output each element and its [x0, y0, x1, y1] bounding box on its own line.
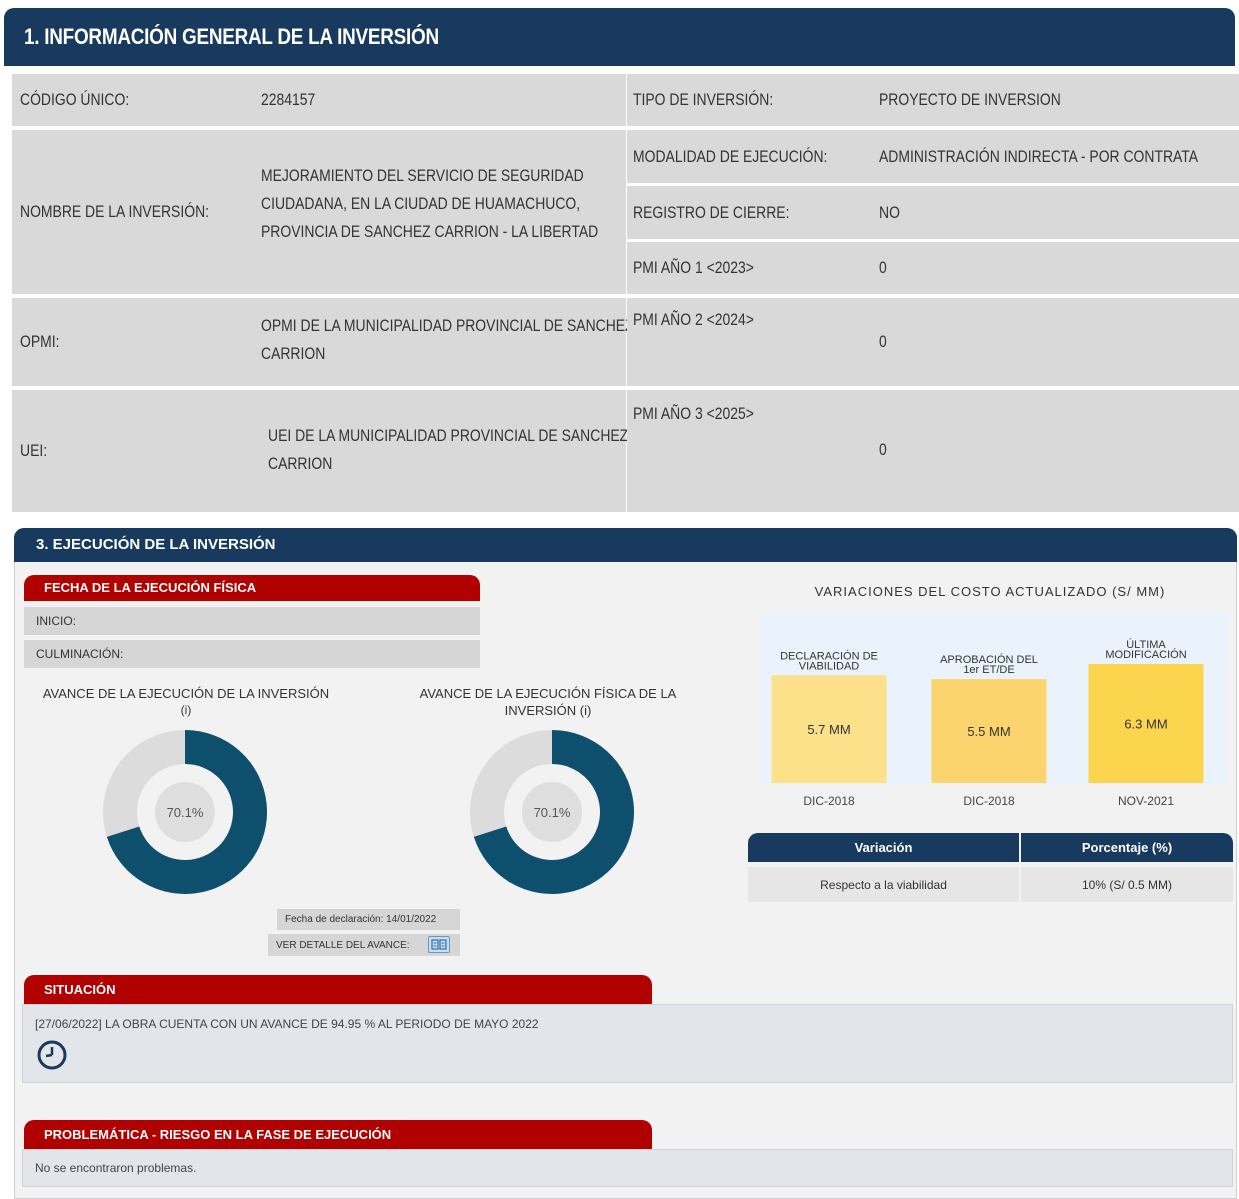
detail-report-icon[interactable]	[428, 936, 450, 953]
tipo-value: PROYECTO DE INVERSION	[879, 90, 1061, 109]
opmi-line-2: CARRION	[261, 344, 326, 363]
avance-inversion-line-2: (i)	[180, 703, 192, 717]
opmi-row: OPMI: OPMI DE LA MUNICIPALIDAD PROVINCIA…	[12, 298, 634, 386]
problematica-panel: No se encontraron problemas.	[22, 1149, 1233, 1187]
avance-inversion-label: AVANCE DE LA EJECUCIÓN DE LA INVERSIÓN (…	[20, 685, 352, 719]
pmi3-label: PMI AÑO 3 <2025>	[633, 404, 754, 423]
registro-value: NO	[879, 202, 900, 222]
situacion-title: SITUACIÓN	[44, 982, 116, 997]
nombre-line-3: PROVINCIA DE SANCHEZ CARRION - LA LIBERT…	[261, 222, 599, 241]
fecha-declaracion: Fecha de declaración: 14/01/2022	[277, 909, 460, 930]
clock-icon[interactable]	[36, 1039, 68, 1071]
situacion-panel: [27/06/2022] LA OBRA CUENTA CON UN AVANC…	[22, 1004, 1233, 1083]
situacion-tab: SITUACIÓN	[24, 975, 652, 1004]
ver-detalle-row: VER DETALLE DEL AVANCE:	[268, 934, 460, 956]
codigo-value: 2284157	[261, 90, 316, 109]
nombre-value: MEJORAMIENTO DEL SERVICIO DE SEGURIDAD C…	[261, 158, 672, 250]
pmi1-value: 0	[879, 258, 887, 277]
uei-row: UEI: UEI DE LA MUNICIPALIDAD PROVINCIAL …	[12, 390, 628, 512]
fecha-ejecucion-tab: FECHA DE LA EJECUCIÓN FÍSICA	[24, 575, 480, 601]
cost-bar-chart: 5.7 MMDECLARACIÓN DEVIABILIDADDIC-20185.…	[771, 638, 1204, 808]
modalidad-row: MODALIDAD DE EJECUCIÓN: ADMINISTRACIÓN I…	[627, 130, 1239, 183]
pmi2-value: 0	[879, 332, 887, 351]
tipo-row: TIPO DE INVERSIÓN: PROYECTO DE INVERSION	[627, 74, 1239, 126]
inicio-label: INICIO:	[36, 614, 77, 628]
problematica-tab: PROBLEMÁTICA - RIESGO EN LA FASE DE EJEC…	[24, 1120, 652, 1149]
bar-value-label-1: 5.7 MM	[807, 722, 850, 737]
table-header-porcentaje-text: Porcentaje (%)	[1081, 840, 1173, 855]
pmi3-row: PMI AÑO 3 <2025> 0	[627, 390, 1239, 512]
modalidad-label: MODALIDAD DE EJECUCIÓN:	[633, 146, 828, 166]
section3-title-bar: 3. EJECUCIÓN DE LA INVERSIÓN	[14, 528, 1237, 562]
bar-category-label-2-2: 1er ET/DE	[963, 664, 1014, 676]
section3-title: 3. EJECUCIÓN DE LA INVERSIÓN	[36, 536, 276, 553]
bar-category-label-3-2: MODIFICACIÓN	[1105, 648, 1186, 661]
registro-label: REGISTRO DE CIERRE:	[633, 202, 790, 222]
tipo-label: TIPO DE INVERSIÓN:	[633, 90, 774, 109]
opmi-label: OPMI:	[20, 332, 60, 351]
pmi1-label: PMI AÑO 1 <2023>	[633, 258, 754, 277]
avance-fisica-donut-label: 70.1%	[534, 805, 571, 820]
inicio-row: INICIO:	[24, 607, 480, 635]
avance-fisica-donut: 70.1%	[470, 730, 634, 894]
culminacion-row: CULMINACIÓN:	[24, 640, 480, 668]
chart-title: VARIACIONES DEL COSTO ACTUALIZADO (S/ MM…	[814, 584, 1166, 599]
avance-inversion-line-1: AVANCE DE LA EJECUCIÓN DE LA INVERSIÓN	[42, 686, 330, 701]
bar-date-label-3: NOV-2021	[1118, 794, 1174, 808]
bar-value-label-3: 6.3 MM	[1124, 717, 1167, 732]
registro-row: REGISTRO DE CIERRE: NO	[627, 186, 1239, 239]
table-cell-variacion: Respecto a la viabilidad	[748, 867, 1019, 902]
nombre-row: NOMBRE DE LA INVERSIÓN: MEJORAMIENTO DEL…	[12, 130, 626, 294]
codigo-label: CÓDIGO ÚNICO:	[20, 90, 130, 109]
fecha-declaracion-text: Fecha de declaración: 14/01/2022	[285, 914, 437, 925]
nombre-label: NOMBRE DE LA INVERSIÓN:	[20, 202, 210, 221]
avance-inversion-donut: 70.1%	[103, 730, 267, 894]
culminacion-label: CULMINACIÓN:	[36, 647, 124, 661]
avance-fisica-line-2: INVERSIÓN (i)	[504, 703, 592, 718]
section1-title: 1. INFORMACIÓN GENERAL DE LA INVERSIÓN	[24, 24, 439, 49]
problematica-text: No se encontraron problemas.	[35, 1161, 197, 1175]
table-header-variacion-text: Variación	[854, 840, 913, 855]
table-header-variacion: Variación	[748, 833, 1019, 862]
avance-fisica-label: AVANCE DE LA EJECUCIÓN FÍSICA DE LA INVE…	[382, 685, 714, 719]
table-cell-porcentaje: 10% (S/ 0.5 MM)	[1021, 867, 1233, 902]
avance-fisica-line-1: AVANCE DE LA EJECUCIÓN FÍSICA DE LA	[419, 686, 677, 701]
pmi2-label: PMI AÑO 2 <2024>	[633, 310, 754, 329]
pmi3-value: 0	[879, 440, 887, 459]
uei-label: UEI:	[20, 441, 48, 460]
table-cell-porcentaje-text: 10% (S/ 0.5 MM)	[1081, 877, 1173, 892]
bar-date-label-2: DIC-2018	[963, 794, 1015, 808]
pmi1-row: PMI AÑO 1 <2023> 0	[627, 242, 1239, 294]
avance-inversion-donut-label: 70.1%	[167, 805, 204, 820]
bar-date-label-1: DIC-2018	[803, 794, 855, 808]
section1-title-bar: 1. INFORMACIÓN GENERAL DE LA INVERSIÓN	[4, 8, 1235, 66]
fecha-ejecucion-title: FECHA DE LA EJECUCIÓN FÍSICA	[44, 580, 257, 595]
problematica-title: PROBLEMÁTICA - RIESGO EN LA FASE DE EJEC…	[44, 1127, 392, 1142]
uei-line-2: CARRION	[268, 454, 333, 473]
pmi2-row: PMI AÑO 2 <2024> 0	[627, 298, 1239, 386]
bar-category-label-1-2: VIABILIDAD	[799, 660, 860, 672]
situacion-text: [27/06/2022] LA OBRA CUENTA CON UN AVANC…	[35, 1017, 539, 1031]
codigo-row-left: CÓDIGO ÚNICO: 2284157	[12, 74, 626, 126]
bar-value-label-2: 5.5 MM	[967, 724, 1010, 739]
modalidad-value: ADMINISTRACIÓN INDIRECTA - POR CONTRATA	[879, 146, 1199, 166]
table-cell-variacion-text: Respecto a la viabilidad	[820, 877, 947, 892]
table-header-porcentaje: Porcentaje (%)	[1021, 833, 1233, 862]
ver-detalle-label: VER DETALLE DEL AVANCE:	[276, 939, 410, 951]
